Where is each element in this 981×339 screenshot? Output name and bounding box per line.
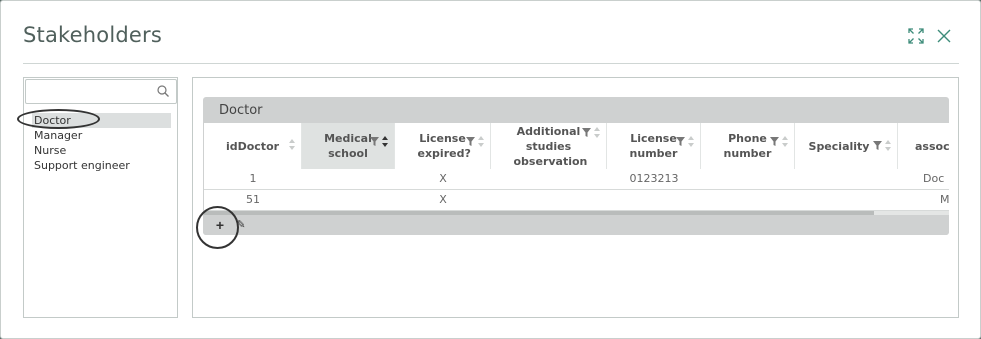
table-row[interactable]: 1 X 0123213 Doc <box>204 169 949 190</box>
search-input[interactable] <box>30 80 150 102</box>
close-icon <box>937 29 951 43</box>
column-label: Additional studies observation <box>513 124 588 168</box>
sort-icon[interactable] <box>478 136 484 147</box>
search-box <box>25 79 177 104</box>
list-item-support-engineer[interactable]: Support engineer <box>32 158 171 173</box>
column-header-speciality[interactable]: Speciality <box>795 123 898 169</box>
stakeholder-list: Doctor Manager Nurse Support engineer <box>32 113 171 173</box>
grid-header: idDoctor Medical school License expired? <box>204 123 949 169</box>
column-label: Medical school <box>324 132 372 160</box>
doctor-grid: Doctor idDoctor Medical school License e… <box>203 97 949 235</box>
sort-icon[interactable] <box>594 127 600 138</box>
cell-speciality <box>795 190 898 210</box>
cell-associ: Doc <box>923 172 945 185</box>
cell-iddoctor: 1 <box>249 172 257 185</box>
cell-license-number <box>607 190 701 210</box>
table-row[interactable]: 51 X M <box>204 190 949 211</box>
column-label: Speciality <box>808 139 870 153</box>
maximize-button[interactable] <box>906 26 926 46</box>
cell-medical-school <box>302 190 395 210</box>
cell-additional-studies <box>491 190 607 210</box>
column-header-additional-studies[interactable]: Additional studies observation <box>491 123 607 169</box>
column-header-license-expired[interactable]: License expired? <box>395 123 491 169</box>
cell-license-expired: X <box>439 193 447 206</box>
column-label: License expired? <box>417 132 471 160</box>
cell-phone-number <box>701 190 795 210</box>
sort-icon[interactable] <box>782 136 788 147</box>
header-divider <box>23 63 959 64</box>
filter-icon[interactable] <box>466 137 475 146</box>
cell-additional-studies <box>491 169 607 189</box>
sort-icon[interactable] <box>885 140 891 151</box>
add-row-button[interactable]: + <box>213 217 227 233</box>
stakeholders-dialog: Stakeholders Doctor Manager Nurse Suppor… <box>0 0 981 339</box>
column-header-medical-school[interactable]: Medical school <box>302 123 395 169</box>
column-label: Phone number <box>723 132 772 160</box>
sort-icon[interactable] <box>688 136 694 147</box>
dialog-title: Stakeholders <box>23 23 162 47</box>
sort-icon[interactable] <box>289 139 295 150</box>
column-label: License number <box>629 132 678 160</box>
column-header-license-number[interactable]: License number <box>607 123 701 169</box>
list-item-nurse[interactable]: Nurse <box>32 143 171 158</box>
sort-icon[interactable] <box>382 136 388 147</box>
grid-body: 1 X 0123213 Doc 51 X M <box>204 169 949 211</box>
maximize-icon <box>908 28 924 44</box>
stakeholder-list-panel: Doctor Manager Nurse Support engineer <box>23 77 178 318</box>
cell-license-number: 0123213 <box>629 172 679 185</box>
cell-phone-number <box>701 169 795 189</box>
column-label: associ <box>915 139 949 153</box>
cell-medical-school <box>302 169 395 189</box>
list-item-manager[interactable]: Manager <box>32 128 171 143</box>
edit-row-button[interactable]: ✎ <box>234 217 248 233</box>
grid-title: Doctor <box>219 103 263 118</box>
filter-icon[interactable] <box>582 128 591 137</box>
filter-icon[interactable] <box>770 137 779 146</box>
column-header-iddoctor[interactable]: idDoctor <box>204 123 302 169</box>
column-header-phone-number[interactable]: Phone number <box>701 123 795 169</box>
cell-speciality <box>795 169 898 189</box>
column-label: idDoctor <box>225 139 280 153</box>
detail-panel: Doctor idDoctor Medical school License e… <box>192 77 959 318</box>
column-header-associ[interactable]: associ <box>898 123 949 169</box>
cell-associ: M <box>940 193 949 206</box>
close-button[interactable] <box>934 26 954 46</box>
grid-toolbar: + ✎ <box>203 215 949 235</box>
cell-iddoctor: 51 <box>246 193 260 206</box>
list-item-doctor[interactable]: Doctor <box>32 113 171 128</box>
cell-license-expired: X <box>439 172 447 185</box>
search-icon[interactable] <box>157 85 169 97</box>
filter-icon[interactable] <box>873 141 882 150</box>
filter-icon[interactable] <box>676 137 685 146</box>
filter-icon[interactable] <box>370 137 379 146</box>
